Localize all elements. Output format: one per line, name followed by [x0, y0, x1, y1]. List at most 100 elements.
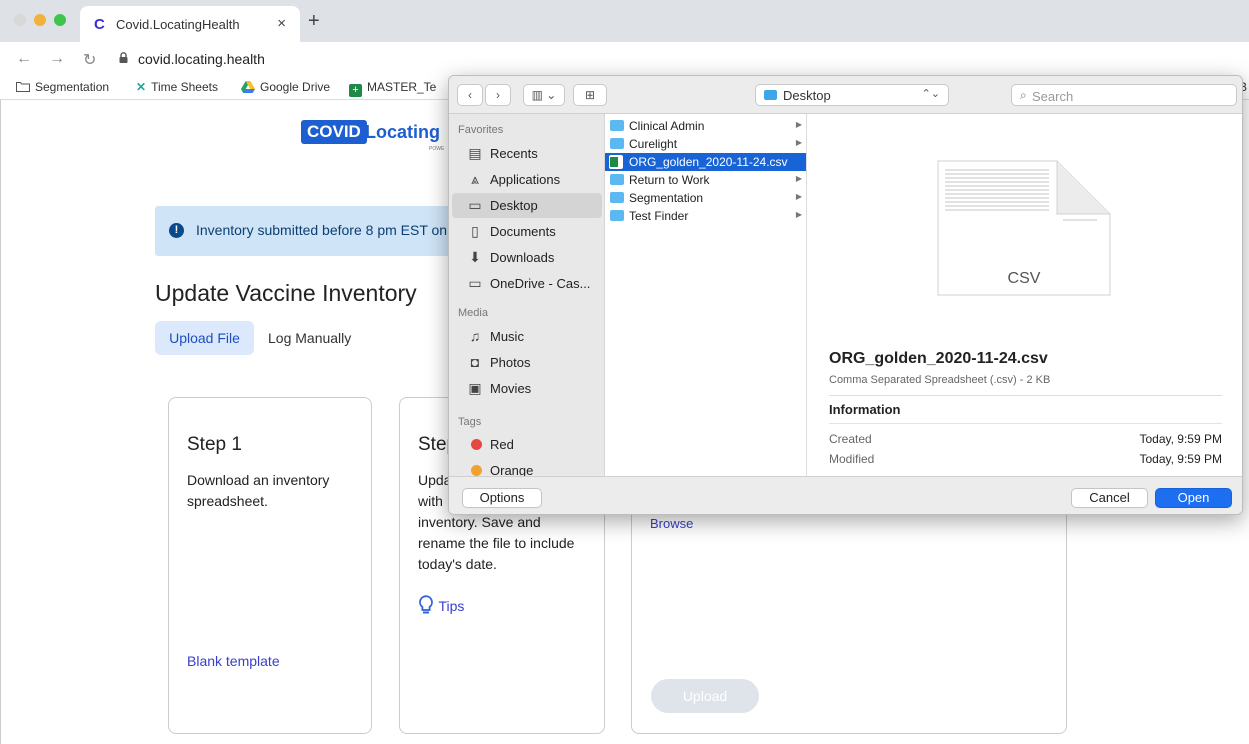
search-icon: ⌕: [1020, 88, 1027, 102]
document-type-label: CSV: [1007, 270, 1041, 287]
bookmark-time-sheets[interactable]: ✕ Time Sheets: [136, 80, 218, 94]
minimize-window-button[interactable]: [34, 14, 46, 26]
spreadsheet-file-icon: [609, 155, 623, 169]
dialog-footer: Options Cancel Open: [449, 476, 1242, 514]
search-field[interactable]: ⌕ Search: [1011, 84, 1237, 106]
bookmark-label: MASTER_Te: [367, 80, 437, 94]
section-media: Media: [458, 307, 488, 319]
folder-icon: [764, 90, 777, 100]
chevron-updown-icon: ⌃⌄: [921, 88, 940, 100]
tips-link[interactable]: Tips: [418, 595, 464, 616]
sidebar-item-label: Documents: [490, 224, 556, 239]
divider: [829, 423, 1222, 424]
preview-filename: ORG_golden_2020-11-24.csv: [829, 350, 1048, 367]
folder-icon: [610, 120, 624, 131]
list-item[interactable]: Test Finder ▶: [605, 207, 806, 225]
dialog-back-icon[interactable]: ‹: [457, 84, 483, 106]
tab-close-icon[interactable]: ×: [277, 15, 286, 32]
sidebar-item-movies[interactable]: ▣ Movies: [452, 376, 602, 401]
information-heading: Information: [829, 402, 901, 417]
tab-upload-file[interactable]: Upload File: [155, 321, 254, 355]
documents-icon: ▯: [471, 223, 479, 239]
sidebar-item-applications[interactable]: ⩓ Applications: [452, 167, 602, 192]
forward-icon[interactable]: →: [49, 50, 65, 68]
tips-label: Tips: [438, 598, 465, 614]
url-field[interactable]: covid.locating.health: [138, 51, 265, 67]
created-value: Today, 9:59 PM: [1139, 432, 1223, 446]
time-sheets-icon: ✕: [136, 80, 147, 94]
logo-subtitle: POWE: [429, 146, 445, 152]
preview-filetype: Comma Separated Spreadsheet (.csv) - 2 K…: [829, 374, 1051, 386]
browser-tab[interactable]: C Covid.LocatingHealth ×: [80, 6, 300, 42]
sidebar-item-tag-orange[interactable]: Orange: [452, 458, 602, 476]
sidebar-item-tag-red[interactable]: Red: [452, 432, 602, 457]
new-folder-icon[interactable]: ⊞: [573, 84, 607, 106]
info-icon: !: [169, 223, 184, 238]
chevron-right-icon: ▶: [795, 138, 802, 147]
sidebar-item-downloads[interactable]: ⬇ Downloads: [452, 245, 602, 270]
sidebar-item-label: Recents: [490, 146, 538, 161]
step-title: Step 1: [187, 434, 242, 455]
search-placeholder: Search: [1032, 89, 1074, 104]
sidebar-item-onedrive[interactable]: ▭ OneDrive - Cas...: [452, 271, 602, 296]
sidebar-item-label: Music: [490, 329, 524, 344]
recents-icon: ▤: [468, 145, 482, 161]
folder-icon: [16, 82, 30, 92]
logo-badge: COVID: [301, 120, 367, 144]
upload-button[interactable]: Upload: [651, 679, 759, 713]
site-favicon-icon: C: [94, 16, 105, 33]
sidebar-item-music[interactable]: ♫ Music: [452, 324, 602, 349]
view-columns-icon[interactable]: ▥ ⌄: [523, 84, 565, 106]
page-title: Update Vaccine Inventory: [155, 280, 417, 306]
reload-icon[interactable]: ↻: [83, 50, 96, 70]
sidebar-item-desktop[interactable]: ▭ Desktop: [452, 193, 602, 218]
options-button[interactable]: Options: [462, 488, 542, 508]
list-item[interactable]: Segmentation ▶: [605, 189, 806, 207]
lock-icon: [119, 52, 128, 63]
tab-strip: C Covid.LocatingHealth × +: [0, 0, 1249, 42]
bookmark-label: Google Drive: [260, 80, 331, 94]
sidebar-item-recents[interactable]: ▤ Recents: [452, 141, 602, 166]
orange-tag-icon: [471, 465, 482, 476]
sidebar-item-label: OneDrive - Cas...: [490, 276, 591, 291]
chevron-right-icon: ▶: [795, 120, 802, 129]
music-icon: ♫: [469, 328, 481, 344]
bookmark-google-drive[interactable]: Google Drive: [241, 80, 330, 94]
red-tag-icon: [471, 439, 482, 450]
sidebar-item-documents[interactable]: ▯ Documents: [452, 219, 602, 244]
browse-link[interactable]: Browse: [650, 516, 693, 531]
list-item[interactable]: Clinical Admin ▶: [605, 117, 806, 135]
location-label: Desktop: [783, 88, 831, 103]
google-drive-icon: [241, 81, 255, 93]
new-tab-icon[interactable]: +: [308, 10, 320, 33]
cancel-button[interactable]: Cancel: [1071, 488, 1148, 508]
list-item[interactable]: Return to Work ▶: [605, 171, 806, 189]
item-label: Return to Work: [629, 173, 710, 187]
step-1-card: Step 1 Download an inventory spreadsheet…: [168, 397, 372, 734]
step-line: rename the file to include: [418, 535, 575, 551]
chevron-right-icon: ▶: [795, 192, 802, 201]
photos-icon: ◘: [470, 354, 480, 370]
chevron-right-icon: ▶: [795, 174, 802, 183]
item-label: Test Finder: [629, 209, 689, 223]
close-window-button[interactable]: [14, 14, 26, 26]
location-select[interactable]: Desktop ⌃⌄: [755, 84, 949, 106]
sidebar-item-label: Applications: [490, 172, 561, 187]
bookmark-segmentation[interactable]: Segmentation: [16, 80, 109, 94]
maximize-window-button[interactable]: [54, 14, 66, 26]
sidebar-item-label: Desktop: [490, 198, 538, 213]
movies-icon: ▣: [468, 380, 482, 396]
dialog-forward-icon[interactable]: ›: [485, 84, 511, 106]
dialog-toolbar: ‹ › ▥ ⌄ ⊞ Desktop ⌃⌄ ⌕ Search: [449, 76, 1242, 114]
bookmark-master[interactable]: + MASTER_Te: [349, 80, 436, 97]
blank-template-link[interactable]: Blank template: [187, 653, 280, 669]
sidebar-item-photos[interactable]: ◘ Photos: [452, 350, 602, 375]
folder-icon: [610, 210, 624, 221]
list-item-selected[interactable]: ORG_golden_2020-11-24.csv: [605, 153, 806, 171]
tab-log-manually[interactable]: Log Manually: [268, 321, 351, 355]
list-item[interactable]: Curelight ▶: [605, 135, 806, 153]
item-label: Segmentation: [629, 191, 704, 205]
back-icon[interactable]: ←: [16, 50, 32, 68]
banner-text: Inventory submitted before 8 pm EST on: [196, 222, 448, 238]
open-button[interactable]: Open: [1155, 488, 1232, 508]
